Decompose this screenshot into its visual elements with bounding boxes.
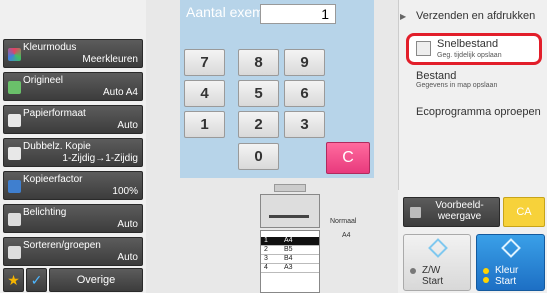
preview-label-line1: Voorbeeld- xyxy=(435,200,484,211)
key-6[interactable]: 6 xyxy=(284,80,325,107)
color-start-label: Kleur Start xyxy=(495,265,519,287)
status-dot xyxy=(483,277,489,283)
scanner-lid xyxy=(274,184,306,192)
key-0[interactable]: 0 xyxy=(238,143,279,170)
check-settings-button[interactable]: ✓ xyxy=(26,268,47,292)
key-1[interactable]: 1 xyxy=(184,111,225,138)
exposure-label: Belichting xyxy=(23,207,67,218)
status-dot xyxy=(410,268,416,274)
copy-ratio-value: 100% xyxy=(112,186,138,197)
paper-size-button[interactable]: Papierformaat Auto xyxy=(3,105,143,134)
divider xyxy=(398,0,399,190)
action-panel: ▶ Verzenden en afdrukken Snelbestand Geg… xyxy=(398,0,547,293)
copies-input[interactable]: 1 xyxy=(260,4,336,24)
preview-button[interactable]: Voorbeeld- weergave xyxy=(403,197,500,227)
key-7[interactable]: 7 xyxy=(184,49,225,76)
tray-number: 2 xyxy=(264,246,268,253)
key-3[interactable]: 3 xyxy=(284,111,325,138)
output-type-label: Normaal xyxy=(330,218,357,225)
paper-size-value: Auto xyxy=(117,120,138,131)
tray-number: 4 xyxy=(264,264,268,271)
clear-all-button[interactable]: CA xyxy=(503,197,545,227)
status-dot xyxy=(410,277,416,283)
sort-icon xyxy=(8,246,21,259)
other-button[interactable]: Overige xyxy=(49,268,143,292)
file-subtitle: Gegevens in map opslaan xyxy=(416,82,498,89)
favorite-star-button[interactable]: ★ xyxy=(3,268,24,292)
start-diamond-icon xyxy=(501,238,521,258)
quick-file-icon xyxy=(416,41,431,56)
exposure-icon xyxy=(8,213,21,226)
machine-illustration: 1 A4 2 B5 3 B4 4 A3 xyxy=(258,184,322,293)
duplex-button[interactable]: Dubbelz. Kopie 1-Zijdig→1-Zijdig xyxy=(3,138,143,167)
star-icon: ★ xyxy=(7,271,20,288)
original-icon xyxy=(8,81,21,94)
start-diamond-icon xyxy=(428,238,448,258)
mode-panel: Kleurmodus Meerkleuren Origineel Auto A4… xyxy=(0,0,146,293)
eco-program-button[interactable]: Ecoprogramma oproepen xyxy=(416,106,541,118)
original-value: Auto A4 xyxy=(102,87,138,98)
color-start-button[interactable]: Kleur Start xyxy=(476,234,545,291)
preview-label-line2: weergave xyxy=(437,211,482,222)
tray-number: 1 xyxy=(264,237,268,244)
bw-start-button[interactable]: Z/W Start xyxy=(403,234,471,291)
exposure-value: Auto xyxy=(117,219,138,230)
exposure-button[interactable]: Belichting Auto xyxy=(3,204,143,233)
tray-size: B5 xyxy=(284,246,293,253)
file-label: Bestand xyxy=(416,70,457,82)
output-size-label: A4 xyxy=(342,232,351,239)
color-mode-label: Kleurmodus xyxy=(23,42,77,53)
original-label: Origineel xyxy=(23,75,64,86)
original-button[interactable]: Origineel Auto A4 xyxy=(3,72,143,101)
key-8[interactable]: 8 xyxy=(238,49,279,76)
sort-value: Auto xyxy=(117,252,138,263)
arrow-right-icon[interactable]: ▶ xyxy=(400,12,406,21)
status-dot xyxy=(483,268,489,274)
duplex-label: Dubbelz. Kopie xyxy=(23,141,91,152)
quick-file-label: Snelbestand xyxy=(437,38,499,50)
machine-body xyxy=(260,194,320,228)
color-mode-button[interactable]: Kleurmodus Meerkleuren xyxy=(3,39,143,68)
key-9[interactable]: 9 xyxy=(284,49,325,76)
send-print-title[interactable]: Verzenden en afdrukken xyxy=(416,10,535,22)
paper-size-label: Papierformaat xyxy=(23,108,86,119)
copy-ratio-button[interactable]: Kopieerfactor 100% xyxy=(3,171,143,200)
key-5[interactable]: 5 xyxy=(238,80,279,107)
tray-row[interactable]: 1 A4 xyxy=(261,237,319,246)
quick-file-subtitle: Geg. tijdelijk opslaan xyxy=(437,52,502,59)
quick-file-button[interactable]: Snelbestand Geg. tijdelijk opslaan xyxy=(406,33,542,65)
checkmark-icon: ✓ xyxy=(30,271,43,288)
tray-size: A3 xyxy=(284,264,293,271)
tray-row[interactable]: 3 B4 xyxy=(261,255,319,264)
file-button[interactable]: Bestand Gegevens in map opslaan xyxy=(416,70,497,89)
bottom-toolbar: ★ ✓ Overige xyxy=(3,268,143,292)
copy-ratio-icon xyxy=(8,180,21,193)
bw-start-label: Z/W Start xyxy=(422,265,444,287)
tray-row[interactable]: 2 B5 xyxy=(261,246,319,255)
color-mode-icon xyxy=(8,48,21,61)
copy-ratio-label: Kopieerfactor xyxy=(23,174,83,185)
preview-icon xyxy=(410,207,421,218)
tray-number: 3 xyxy=(264,255,268,262)
clear-button[interactable]: C xyxy=(326,142,370,174)
duplex-value: 1-Zijdig→1-Zijdig xyxy=(62,153,138,164)
tray-size: B4 xyxy=(284,255,293,262)
tray-size: A4 xyxy=(284,237,293,244)
tray-row[interactable]: 4 A3 xyxy=(261,264,319,273)
sort-label: Sorteren/groepen xyxy=(23,240,101,251)
color-mode-value: Meerkleuren xyxy=(82,54,138,65)
sort-button[interactable]: Sorteren/groepen Auto xyxy=(3,237,143,266)
output-slot xyxy=(269,215,309,218)
copies-keypad: Aantal exempl. 1 7 8 9 4 5 6 1 2 3 0 C xyxy=(180,0,374,178)
key-4[interactable]: 4 xyxy=(184,80,225,107)
paper-size-icon xyxy=(8,114,21,127)
paper-trays[interactable]: 1 A4 2 B5 3 B4 4 A3 xyxy=(260,230,320,293)
duplex-icon xyxy=(8,147,21,160)
key-2[interactable]: 2 xyxy=(238,111,279,138)
